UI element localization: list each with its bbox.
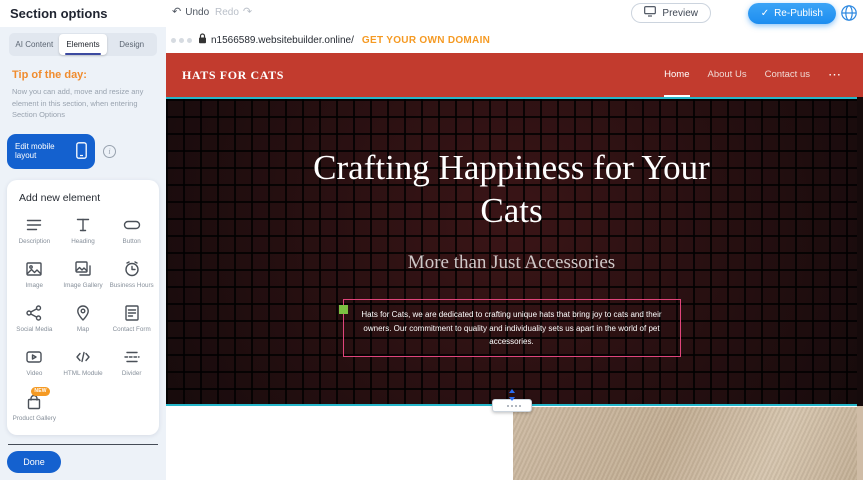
preview-area: n1566589.websitebuilder.online/ GET YOUR…: [166, 27, 863, 480]
edit-mobile-layout-button[interactable]: Edit mobile layout: [7, 134, 95, 169]
site-preview: HATS FOR CATS Home About Us Contact us ⋯…: [166, 53, 857, 480]
get-domain-link[interactable]: GET YOUR OWN DOMAIN: [362, 35, 490, 46]
scrollbar[interactable]: [857, 53, 863, 480]
resize-handle-green[interactable]: [339, 305, 348, 314]
topbar: Section options ↶ Undo Redo ↷ Preview ✓ …: [0, 0, 863, 27]
site-nav: Home About Us Contact us ⋯: [664, 53, 841, 97]
image-icon: [24, 259, 44, 279]
tab-elements[interactable]: Elements: [59, 34, 108, 55]
image-gallery-icon: [73, 259, 93, 279]
element-description[interactable]: Description: [10, 215, 59, 246]
undo-button[interactable]: ↶ Undo: [172, 7, 209, 18]
website-builder-app: Section options ↶ Undo Redo ↷ Preview ✓ …: [0, 0, 863, 480]
divider-icon: [122, 347, 142, 367]
window-dots-icon: [171, 38, 192, 43]
element-map[interactable]: Map: [59, 303, 108, 334]
site-logo[interactable]: HATS FOR CATS: [182, 68, 284, 83]
language-globe-icon[interactable]: [840, 4, 858, 22]
preview-button[interactable]: Preview: [631, 3, 711, 23]
monitor-icon: [644, 6, 656, 20]
element-business-hours[interactable]: Business Hours: [107, 259, 156, 290]
edit-mobile-label: Edit mobile layout: [15, 142, 69, 160]
nav-item-about[interactable]: About Us: [708, 53, 747, 97]
republish-label: Re-Publish: [774, 8, 823, 19]
html-module-icon: [73, 347, 93, 367]
undo-icon: ↶: [172, 7, 181, 18]
check-icon: ✓: [761, 8, 769, 19]
heading-icon: [73, 215, 93, 235]
edit-mobile-row: Edit mobile layout i: [7, 134, 158, 169]
next-section[interactable]: [166, 406, 857, 480]
hero-subtitle[interactable]: More than Just Accessories: [166, 252, 857, 274]
site-header: HATS FOR CATS Home About Us Contact us ⋯: [166, 53, 857, 97]
element-product-gallery[interactable]: NEW Product Gallery: [10, 392, 59, 423]
lock-icon: [198, 31, 207, 49]
section-background-image: [513, 407, 857, 480]
add-panel-title: Add new element: [19, 192, 156, 204]
tab-design[interactable]: Design: [107, 34, 156, 55]
tip-title: Tip of the day:: [12, 69, 154, 81]
sidebar: AI Content Elements Design Tip of the da…: [0, 27, 166, 480]
new-badge: NEW: [31, 387, 49, 396]
nav-item-contact[interactable]: Contact us: [765, 53, 810, 97]
redo-button[interactable]: Redo ↷: [215, 7, 252, 18]
element-social-media[interactable]: Social Media: [10, 303, 59, 334]
nav-more-icon[interactable]: ⋯: [828, 67, 841, 83]
button-icon: [122, 215, 142, 235]
browser-bar: n1566589.websitebuilder.online/ GET YOUR…: [166, 27, 863, 53]
element-image[interactable]: Image: [10, 259, 59, 290]
done-button[interactable]: Done: [7, 451, 61, 473]
section-resize-handle[interactable]: [492, 399, 532, 412]
element-heading[interactable]: Heading: [59, 215, 108, 246]
element-contact-form[interactable]: Contact Form: [107, 303, 156, 334]
redo-label: Redo: [215, 7, 239, 18]
element-grid: Description Heading Button: [10, 215, 156, 423]
page-title: Section options: [10, 6, 108, 21]
info-icon[interactable]: i: [103, 145, 116, 158]
undo-label: Undo: [185, 7, 209, 18]
add-new-element-panel: Add new element Description Heading: [7, 180, 159, 435]
element-button[interactable]: Button: [107, 215, 156, 246]
site-url: n1566589.websitebuilder.online/: [211, 35, 354, 46]
element-divider[interactable]: Divider: [107, 347, 156, 378]
republish-button[interactable]: ✓ Re-Publish: [748, 3, 836, 24]
business-hours-icon: [122, 259, 142, 279]
phone-icon: [76, 142, 87, 161]
tab-ai-content[interactable]: AI Content: [10, 34, 59, 55]
description-icon: [24, 215, 44, 235]
hero-paragraph: Hats for Cats, we are dedicated to craft…: [361, 310, 661, 345]
sidebar-divider: [8, 444, 158, 445]
hero-section-selected[interactable]: Crafting Happiness for Your Cats More th…: [166, 97, 857, 406]
map-icon: [73, 303, 93, 323]
redo-icon: ↷: [243, 7, 252, 18]
resize-arrows-icon: [507, 388, 517, 406]
element-html-module[interactable]: HTML Module: [59, 347, 108, 378]
tip-of-the-day: Tip of the day: Now you can add, move an…: [0, 56, 166, 121]
contact-form-icon: [122, 303, 142, 323]
social-media-icon: [24, 303, 44, 323]
video-icon: [24, 347, 44, 367]
element-video[interactable]: Video: [10, 347, 59, 378]
hero-title[interactable]: Crafting Happiness for Your Cats: [302, 147, 722, 232]
nav-item-home[interactable]: Home: [664, 53, 689, 97]
element-image-gallery[interactable]: Image Gallery: [59, 259, 108, 290]
preview-label: Preview: [662, 8, 698, 19]
sidebar-tabs: AI Content Elements Design: [9, 33, 157, 56]
tip-body: Now you can add, move and resize any ele…: [12, 86, 154, 121]
hero-text-box[interactable]: Hats for Cats, we are dedicated to craft…: [343, 299, 681, 357]
